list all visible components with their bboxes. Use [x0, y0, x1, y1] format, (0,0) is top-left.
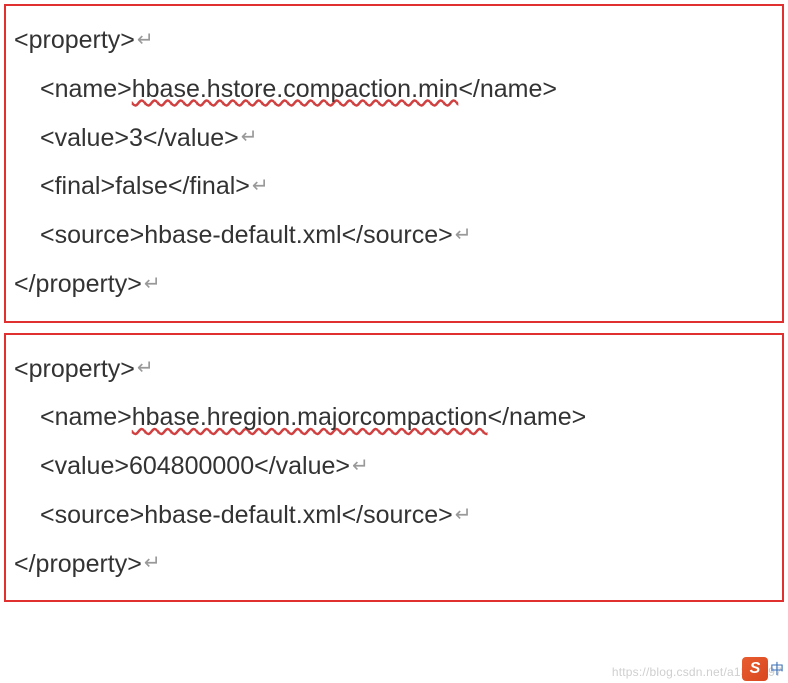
ime-char: 中 [770, 659, 784, 679]
return-glyph: ↵ [352, 447, 369, 486]
value-text: 604800000 [129, 442, 254, 491]
tag-name-close: </name> [458, 65, 557, 114]
code-line: <property> ↵ [14, 16, 774, 65]
return-glyph: ↵ [252, 167, 269, 206]
tag-name-open: <name> [40, 65, 132, 114]
name-value: hbase.hstore.compaction.min [132, 65, 459, 114]
final-text: false [115, 162, 168, 211]
code-line: </property> ↵ [14, 540, 774, 589]
code-line: <final>false</final> ↵ [14, 162, 774, 211]
tag-value-close: </value> [143, 114, 239, 163]
tag-name-open: <name> [40, 393, 132, 442]
code-line: <property> ↵ [14, 345, 774, 394]
code-line: <name>hbase.hstore.compaction.min</name> [14, 65, 774, 114]
code-line: <value>604800000</value> ↵ [14, 442, 774, 491]
source-text: hbase-default.xml [144, 491, 341, 540]
tag-property-open: <property> [14, 16, 135, 65]
return-glyph: ↵ [144, 544, 161, 583]
tag-property-open: <property> [14, 345, 135, 394]
return-glyph: ↵ [455, 216, 472, 255]
code-line: <source>hbase-default.xml</source> ↵ [14, 211, 774, 260]
tag-property-close: </property> [14, 260, 142, 309]
code-line: <name>hbase.hregion.majorcompaction</nam… [14, 393, 774, 442]
source-text: hbase-default.xml [144, 211, 341, 260]
tag-source-open: <source> [40, 211, 144, 260]
return-glyph: ↵ [455, 496, 472, 535]
tag-name-close: </name> [488, 393, 587, 442]
return-glyph: ↵ [241, 118, 258, 157]
tag-value-open: <value> [40, 114, 129, 163]
tag-final-close: </final> [168, 162, 250, 211]
tag-value-close: </value> [254, 442, 350, 491]
code-line: <source>hbase-default.xml</source> ↵ [14, 491, 774, 540]
tag-value-open: <value> [40, 442, 129, 491]
value-text: 3 [129, 114, 143, 163]
property-block-1: <property> ↵ <name>hbase.hstore.compacti… [4, 4, 784, 323]
return-glyph: ↵ [144, 265, 161, 304]
sogou-icon [742, 657, 768, 681]
tag-source-close: </source> [342, 491, 453, 540]
return-glyph: ↵ [137, 21, 154, 60]
tag-source-close: </source> [342, 211, 453, 260]
return-glyph: ↵ [137, 349, 154, 388]
tag-property-close: </property> [14, 540, 142, 589]
code-line: </property> ↵ [14, 260, 774, 309]
tag-final-open: <final> [40, 162, 115, 211]
name-value: hbase.hregion.majorcompaction [132, 393, 488, 442]
ime-badge: 中 [742, 657, 784, 681]
tag-source-open: <source> [40, 491, 144, 540]
code-line: <value>3</value> ↵ [14, 114, 774, 163]
property-block-2: <property> ↵ <name>hbase.hregion.majorco… [4, 333, 784, 603]
